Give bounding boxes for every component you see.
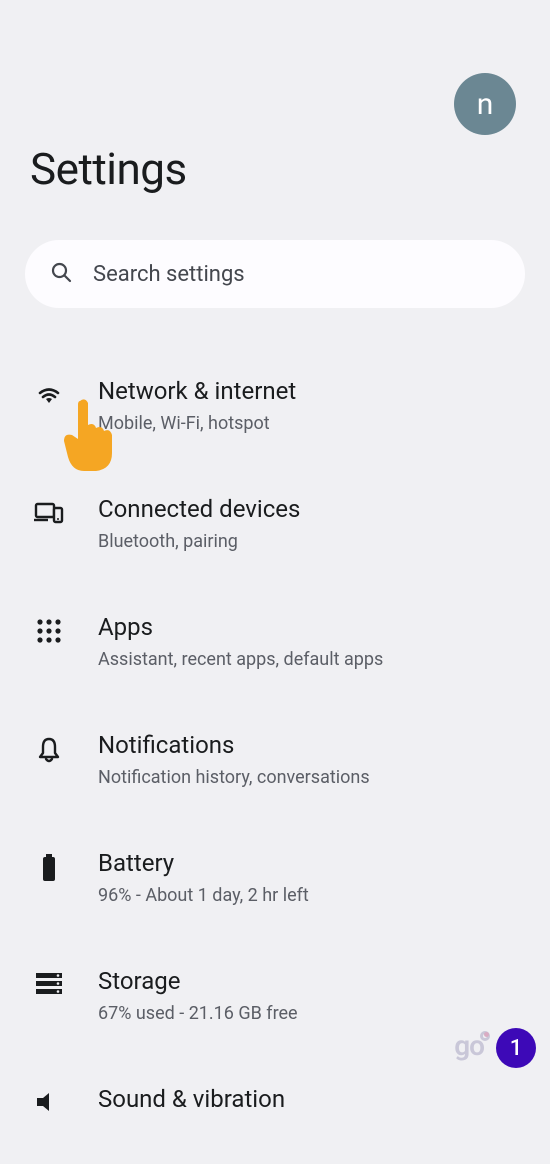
item-subtitle: Notification history, conversations: [98, 766, 530, 789]
settings-item-notifications[interactable]: Notifications Notification history, conv…: [0, 710, 550, 810]
bell-icon: [0, 730, 98, 764]
notification-badge[interactable]: 1: [496, 1028, 536, 1068]
item-title: Battery: [98, 848, 530, 878]
item-subtitle: Assistant, recent apps, default apps: [98, 648, 530, 671]
item-subtitle: 96% - About 1 day, 2 hr left: [98, 884, 530, 907]
search-placeholder: Search settings: [93, 262, 245, 287]
battery-icon: [0, 848, 98, 882]
avatar[interactable]: n: [454, 73, 516, 135]
item-title: Network & internet: [98, 376, 530, 406]
badge-count: 1: [510, 1036, 523, 1061]
item-title: Connected devices: [98, 494, 530, 524]
item-title: Sound & vibration: [98, 1084, 530, 1114]
item-subtitle: 67% used - 21.16 GB free: [98, 1002, 530, 1025]
tutorial-pointer-icon: [58, 395, 122, 479]
item-subtitle: Bluetooth, pairing: [98, 530, 530, 553]
settings-item-apps[interactable]: Apps Assistant, recent apps, default app…: [0, 592, 550, 692]
watermark-logo: go: [454, 1029, 490, 1062]
item-title: Apps: [98, 612, 530, 642]
avatar-initial: n: [477, 87, 494, 122]
search-input[interactable]: Search settings: [25, 240, 525, 308]
settings-item-connected[interactable]: Connected devices Bluetooth, pairing: [0, 474, 550, 574]
page-title: Settings: [30, 143, 520, 195]
storage-icon: [0, 966, 98, 996]
settings-item-battery[interactable]: Battery 96% - About 1 day, 2 hr left: [0, 828, 550, 928]
item-title: Notifications: [98, 730, 530, 760]
item-subtitle: Mobile, Wi-Fi, hotspot: [98, 412, 530, 435]
devices-icon: [0, 494, 98, 524]
settings-item-sound[interactable]: Sound & vibration: [0, 1064, 550, 1164]
item-title: Storage: [98, 966, 530, 996]
apps-icon: [0, 612, 98, 644]
volume-icon: [0, 1084, 98, 1114]
search-icon: [49, 260, 73, 288]
